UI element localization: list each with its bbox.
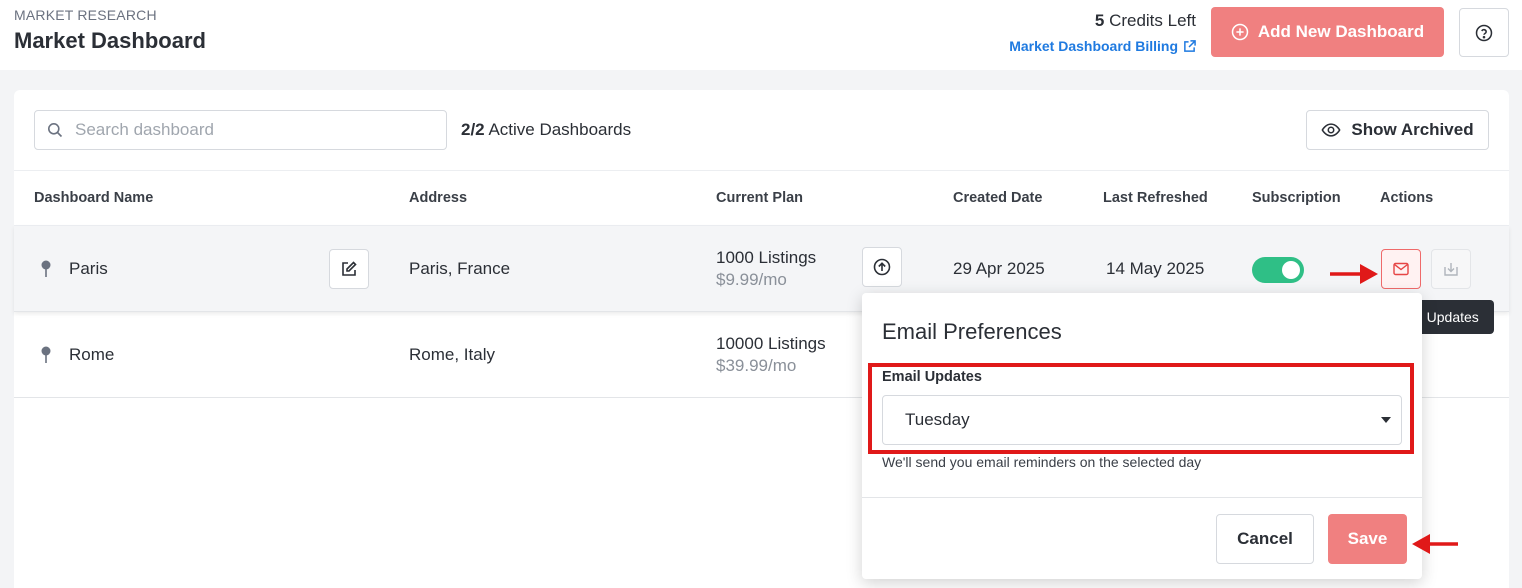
plus-circle-icon xyxy=(1231,23,1249,41)
breadcrumb: MARKET RESEARCH xyxy=(14,7,157,23)
configure-email-button[interactable] xyxy=(1381,249,1421,289)
plan-price: $39.99/mo xyxy=(716,356,797,375)
divider xyxy=(862,497,1422,498)
show-archived-button[interactable]: Show Archived xyxy=(1306,110,1489,150)
dashboard-name: Rome xyxy=(69,345,115,364)
last-refreshed: 14 May 2025 xyxy=(1106,259,1205,278)
cancel-button[interactable]: Cancel xyxy=(1216,514,1314,564)
add-dashboard-button[interactable]: Add New Dashboard xyxy=(1211,7,1444,57)
edit-icon xyxy=(342,261,357,276)
save-button[interactable]: Save xyxy=(1328,514,1407,564)
active-count-label: Active Dashboards xyxy=(488,120,632,139)
annotation-arrow-icon xyxy=(1330,264,1378,284)
plan-price: $9.99/mo xyxy=(716,270,787,289)
help-button[interactable] xyxy=(1459,8,1509,57)
dashboard-address: Rome, Italy xyxy=(409,345,495,364)
credits-count: 5 xyxy=(1094,11,1105,30)
column-header-address: Address xyxy=(409,190,468,206)
top-bar: MARKET RESEARCH Market Dashboard 5 Credi… xyxy=(0,0,1522,70)
column-header-plan: Current Plan xyxy=(716,190,804,206)
column-header-created: Created Date xyxy=(953,190,1043,206)
eye-icon xyxy=(1321,123,1341,137)
annotation-arrow-icon xyxy=(1412,534,1458,554)
upgrade-plan-button[interactable] xyxy=(862,247,902,287)
download-icon xyxy=(1444,263,1458,276)
popover-title: Email Preferences xyxy=(882,319,1062,344)
add-dashboard-label: Add New Dashboard xyxy=(1257,22,1425,41)
created-date: 29 Apr 2025 xyxy=(953,259,1045,278)
map-pin-icon xyxy=(41,346,51,363)
column-header-name: Dashboard Name xyxy=(34,190,154,206)
annotation-highlight-box xyxy=(868,363,1414,454)
toggle-knob xyxy=(1282,261,1300,279)
dashboard-name: Paris xyxy=(69,259,108,278)
download-button[interactable] xyxy=(1431,249,1471,289)
mail-icon xyxy=(1393,262,1409,276)
column-header-refreshed: Last Refreshed xyxy=(1103,190,1208,206)
column-header-subscription: Subscription xyxy=(1252,190,1341,206)
page-title: Market Dashboard xyxy=(14,28,206,53)
credits-left: 5 Credits Left xyxy=(1095,11,1196,31)
email-help-text: We'll send you email reminders on the se… xyxy=(882,454,1202,470)
active-dashboards-count: 2/2 Active Dashboards xyxy=(461,120,631,140)
billing-link-label: Market Dashboard Billing xyxy=(1009,38,1178,54)
plan-listings: 1000 Listings xyxy=(716,248,817,267)
search-field[interactable] xyxy=(34,110,447,150)
table-header: Dashboard Name Address Current Plan Crea… xyxy=(14,170,1509,226)
plan-listings: 10000 Listings xyxy=(716,334,826,353)
billing-link[interactable]: Market Dashboard Billing xyxy=(1009,38,1196,54)
dashboard-address: Paris, France xyxy=(409,259,511,278)
search-input[interactable] xyxy=(75,120,415,140)
question-circle-icon xyxy=(1475,24,1493,41)
active-count-value: 2/2 xyxy=(461,120,485,139)
map-pin-icon xyxy=(41,260,51,277)
external-link-icon xyxy=(1184,39,1196,52)
arrow-up-circle-icon xyxy=(873,258,891,276)
column-header-actions: Actions xyxy=(1380,190,1434,206)
search-icon xyxy=(48,123,63,138)
edit-name-button[interactable] xyxy=(329,249,369,289)
credits-label: Credits Left xyxy=(1109,11,1196,30)
subscription-toggle[interactable] xyxy=(1252,257,1304,283)
show-archived-label: Show Archived xyxy=(1351,120,1474,139)
